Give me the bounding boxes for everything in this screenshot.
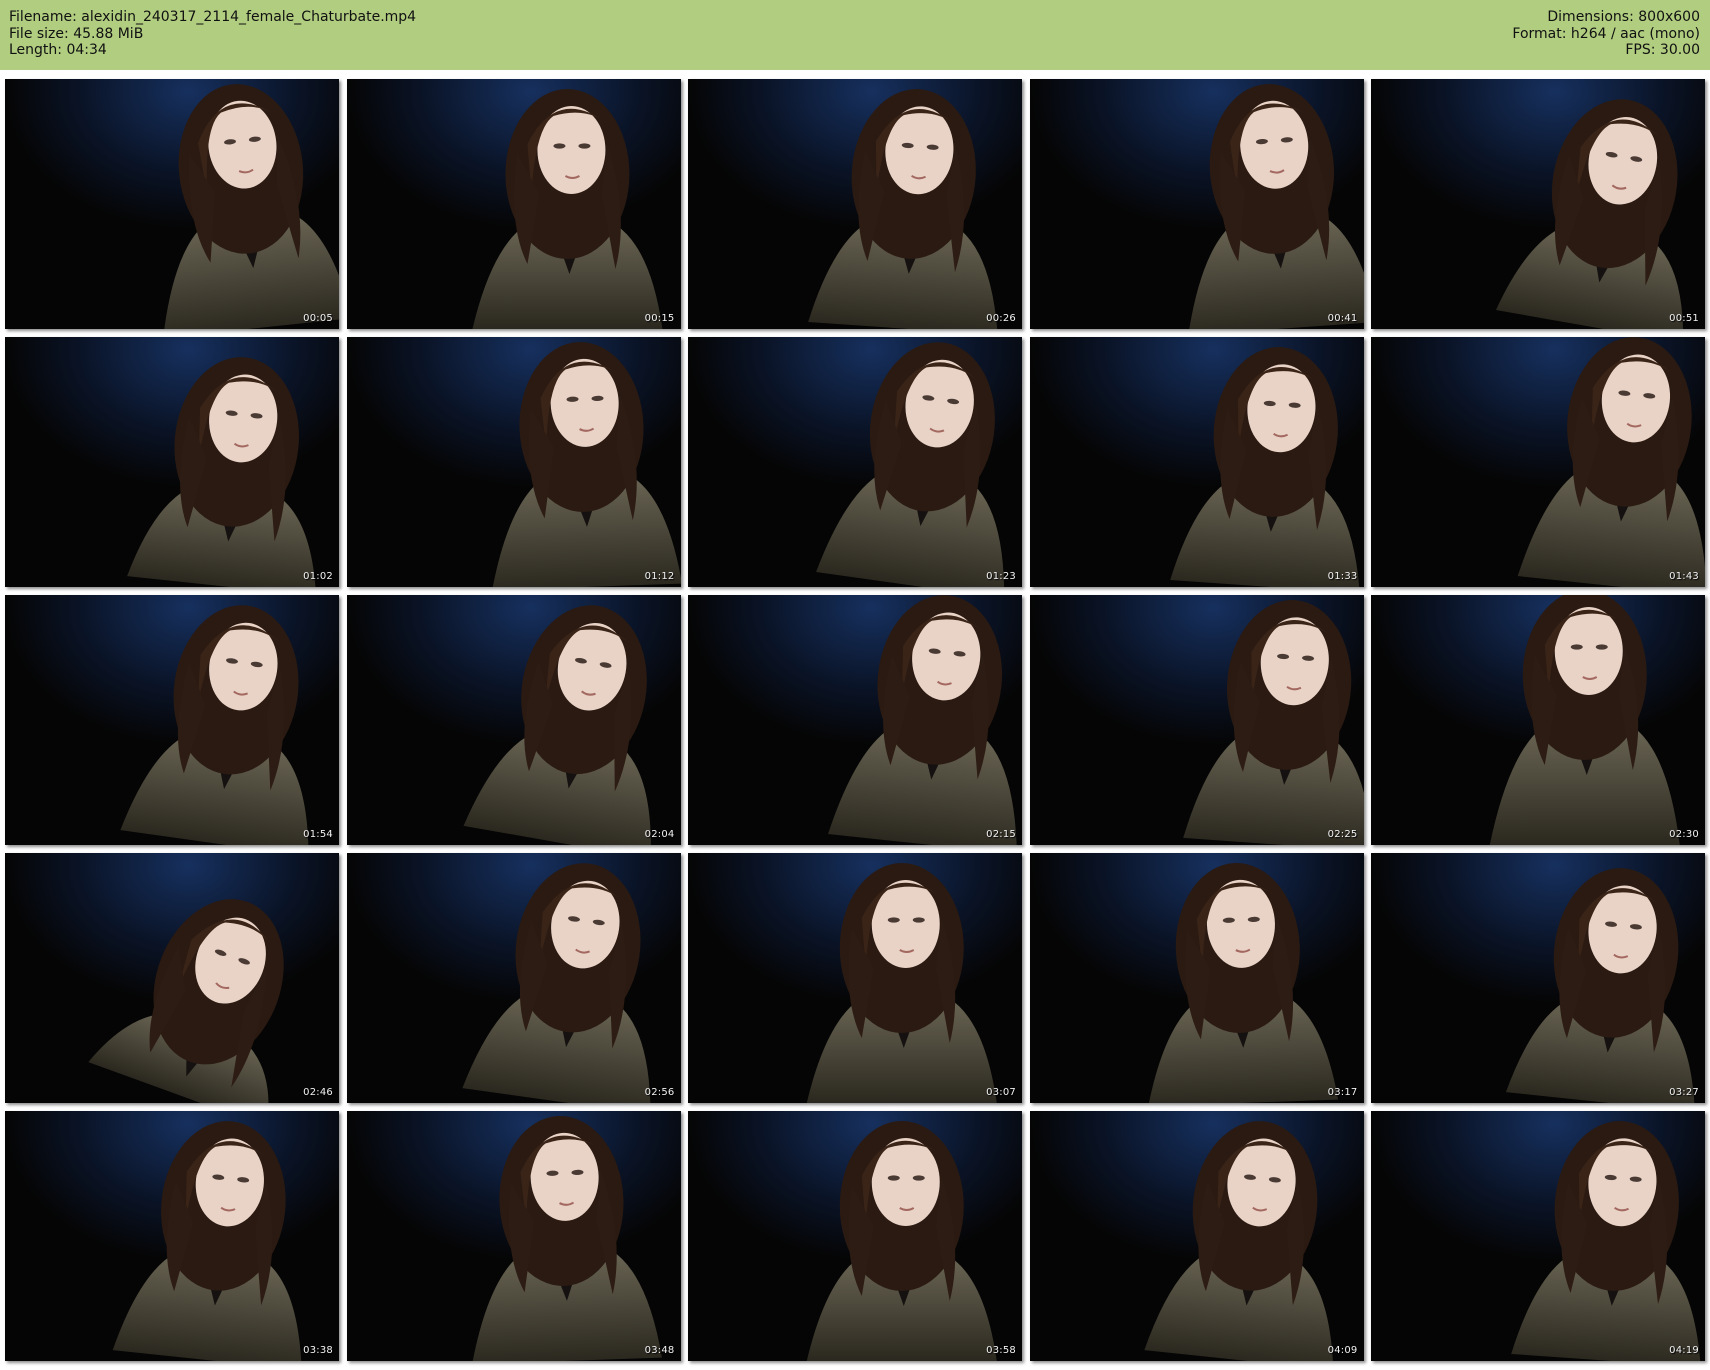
thumbnail-timestamp: 01:33 xyxy=(1327,571,1358,582)
fps-text: FPS: 30.00 xyxy=(1625,42,1700,58)
video-thumbnail: 00:05 xyxy=(5,79,339,329)
video-thumbnail: 00:26 xyxy=(688,79,1022,329)
frame-image xyxy=(346,337,681,587)
video-thumbnail: 02:30 xyxy=(1371,595,1705,845)
thumbnail-timestamp: 02:30 xyxy=(1669,829,1699,840)
thumbnail-timestamp: 00:15 xyxy=(644,313,675,324)
video-thumbnail: 01:23 xyxy=(688,337,1022,587)
file-info: Filename: alexidin_240317_2114_female_Ch… xyxy=(9,9,416,59)
video-thumbnail: 01:33 xyxy=(1029,337,1364,587)
thumbnail-timestamp: 03:07 xyxy=(986,1087,1016,1098)
frame-image xyxy=(1029,79,1364,329)
video-thumbnail: 03:07 xyxy=(688,853,1022,1103)
video-thumbnail: 03:38 xyxy=(5,1111,339,1361)
frame-image xyxy=(1029,337,1364,587)
frame-image xyxy=(346,79,681,329)
video-thumbnail: 00:41 xyxy=(1029,79,1364,329)
frame-image xyxy=(688,853,1022,1103)
video-thumbnail: 04:19 xyxy=(1371,1111,1705,1361)
video-thumbnail: 03:17 xyxy=(1029,853,1364,1103)
thumbnail-timestamp: 01:54 xyxy=(303,829,333,840)
thumbnail-timestamp: 01:02 xyxy=(303,571,333,582)
thumbnail-timestamp: 02:15 xyxy=(986,829,1016,840)
frame-image xyxy=(688,79,1022,329)
thumbnail-timestamp: 00:51 xyxy=(1669,313,1699,324)
frame-image xyxy=(346,595,681,845)
dimensions-text: Dimensions: 800x600 xyxy=(1547,9,1700,25)
thumbnail-timestamp: 04:09 xyxy=(1327,1345,1358,1356)
thumbnail-timestamp: 01:23 xyxy=(986,571,1016,582)
video-thumbnail: 00:15 xyxy=(346,79,681,329)
video-thumbnail: 02:56 xyxy=(346,853,681,1103)
video-thumbnail: 00:51 xyxy=(1371,79,1705,329)
frame-image xyxy=(5,79,339,329)
filesize-text: File size: 45.88 MiB xyxy=(9,25,144,42)
thumbnail-timestamp: 02:46 xyxy=(303,1087,333,1098)
thumbnail-timestamp: 02:25 xyxy=(1327,829,1358,840)
thumbnail-timestamp: 02:04 xyxy=(644,829,675,840)
video-thumbnail: 01:12 xyxy=(346,337,681,587)
thumbnail-timestamp: 02:56 xyxy=(644,1087,675,1098)
frame-image xyxy=(1029,1111,1364,1361)
video-thumbnail: 04:09 xyxy=(1029,1111,1364,1361)
video-info: Dimensions: 800x600 Format: h264 / aac (… xyxy=(1512,9,1700,59)
video-thumbnail: 03:27 xyxy=(1371,853,1705,1103)
video-thumbnail: 01:02 xyxy=(5,337,339,587)
format-text: Format: h264 / aac (mono) xyxy=(1512,25,1700,42)
thumbnail-timestamp: 00:41 xyxy=(1327,313,1358,324)
metadata-header: Filename: alexidin_240317_2114_female_Ch… xyxy=(0,0,1710,70)
video-thumbnail: 01:54 xyxy=(5,595,339,845)
thumbnail-grid: 00:05 00:15 00:26 00:41 00:51 01:02 01:12 01:23… xyxy=(5,79,1707,1365)
frame-image xyxy=(5,1111,339,1361)
thumbnail-timestamp: 03:17 xyxy=(1327,1087,1358,1098)
video-thumbnail: 02:15 xyxy=(688,595,1022,845)
frame-image xyxy=(1371,853,1705,1103)
frame-image xyxy=(1371,595,1705,845)
thumbnail-timestamp: 01:12 xyxy=(644,571,675,582)
thumbnail-timestamp: 03:27 xyxy=(1669,1087,1699,1098)
thumbnail-timestamp: 00:26 xyxy=(986,313,1016,324)
video-thumbnail: 02:25 xyxy=(1029,595,1364,845)
filename-text: Filename: alexidin_240317_2114_female_Ch… xyxy=(9,9,417,25)
thumbnail-timestamp: 03:48 xyxy=(644,1345,675,1356)
frame-image xyxy=(688,1111,1022,1361)
frame-image xyxy=(5,595,339,845)
thumbnail-timestamp: 03:38 xyxy=(303,1345,333,1356)
thumbnail-timestamp: 01:43 xyxy=(1669,571,1699,582)
thumbnail-timestamp: 03:58 xyxy=(986,1345,1016,1356)
frame-image xyxy=(346,853,681,1103)
frame-image xyxy=(688,337,1022,587)
frame-image xyxy=(1029,595,1364,845)
frame-image xyxy=(1029,853,1364,1103)
video-thumbnail: 01:43 xyxy=(1371,337,1705,587)
length-text: Length: 04:34 xyxy=(9,42,107,58)
frame-image xyxy=(1371,1111,1705,1361)
frame-image xyxy=(5,337,339,587)
frame-image xyxy=(5,853,339,1103)
thumbnail-timestamp: 04:19 xyxy=(1669,1345,1699,1356)
frame-image xyxy=(688,595,1022,845)
frame-image xyxy=(1371,337,1705,587)
thumbnail-timestamp: 00:05 xyxy=(303,313,333,324)
video-thumbnail: 02:04 xyxy=(346,595,681,845)
frame-image xyxy=(346,1111,681,1361)
video-thumbnail: 03:58 xyxy=(688,1111,1022,1361)
frame-image xyxy=(1371,79,1705,329)
video-thumbnail: 02:46 xyxy=(5,853,339,1103)
video-thumbnail: 03:48 xyxy=(346,1111,681,1361)
